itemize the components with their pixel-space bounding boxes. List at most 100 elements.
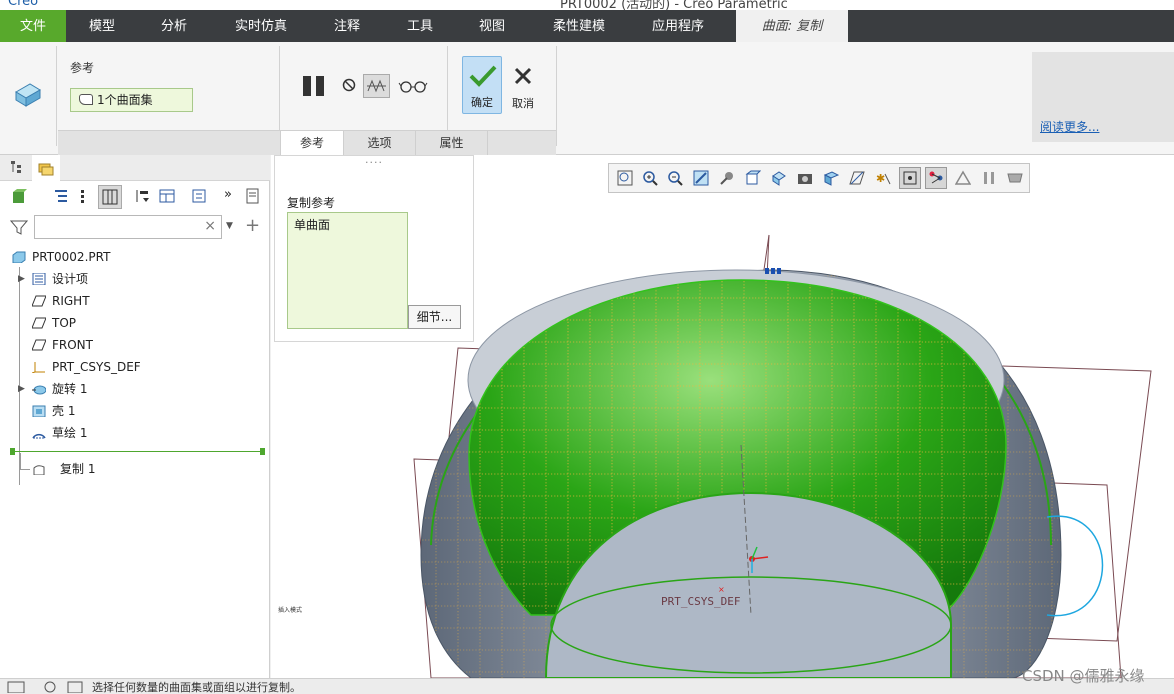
- app-name: Creo: [8, 0, 39, 9]
- tab-properties[interactable]: 属性: [416, 131, 488, 156]
- ribbon-tab-bar: 文件 模型 分析 实时仿真 注释 工具 视图 柔性建模 应用程序 曲面: 复制: [0, 10, 1174, 42]
- ok-label: 确定: [471, 96, 493, 109]
- dropdown-arrow-icon[interactable]: ▼: [226, 221, 233, 231]
- tab-model[interactable]: 模型: [70, 10, 134, 42]
- svg-text:✱: ✱: [876, 172, 885, 185]
- revolve-icon: [32, 385, 46, 395]
- tab-references[interactable]: 参考: [280, 131, 344, 156]
- status-bar: 选择任何数量的曲面集或面组以进行复制。: [0, 678, 1174, 694]
- status-icons[interactable]: [6, 681, 86, 693]
- reference-value: 1个曲面集: [97, 93, 153, 107]
- tree-item-sketch[interactable]: 草绘 1: [32, 424, 87, 442]
- cancel-button[interactable]: 取消: [506, 56, 540, 114]
- tab-file[interactable]: 文件: [0, 10, 66, 42]
- expand-arrow-icon[interactable]: ▶: [18, 270, 25, 288]
- no-preview-icon[interactable]: [342, 78, 356, 92]
- folder-layers-icon: [38, 163, 54, 176]
- sketch-icon: [32, 433, 46, 439]
- datum-plane-icon: [32, 339, 46, 351]
- tree-search-input[interactable]: ×: [34, 215, 222, 239]
- repaint-icon[interactable]: [693, 170, 709, 186]
- part-icon: [12, 251, 26, 263]
- drag-handle[interactable]: ····: [365, 156, 383, 169]
- tab-tools[interactable]: 工具: [390, 10, 450, 42]
- view-cube-icon[interactable]: [745, 170, 761, 186]
- zoom-out-icon[interactable]: [667, 170, 683, 186]
- annotation-display-icon[interactable]: ✱: [875, 170, 891, 186]
- tree-filter-icon[interactable]: [134, 187, 152, 205]
- columns-toggle[interactable]: [98, 185, 122, 209]
- copy-feature-icon: ✱: [33, 465, 45, 475]
- triangle-icon[interactable]: [955, 170, 971, 186]
- tree-item-design-items[interactable]: ▶ 设计项: [18, 270, 88, 288]
- tab-annotate[interactable]: 注释: [316, 10, 378, 42]
- tab-live-simulation[interactable]: 实时仿真: [222, 10, 300, 42]
- preview-toggle[interactable]: [363, 74, 390, 98]
- copy-references-collector[interactable]: 单曲面: [287, 212, 408, 329]
- ok-button[interactable]: 确定: [462, 56, 502, 114]
- pause-icon[interactable]: [302, 74, 326, 98]
- title-bar: Creo PRT0002 (活动的) - Creo Parametric: [0, 0, 1174, 10]
- list-icon: [32, 273, 46, 285]
- document-icon[interactable]: [244, 187, 262, 205]
- reference-collector[interactable]: 1个曲面集: [70, 88, 193, 112]
- tree-list-icon[interactable]: [52, 187, 70, 205]
- surface-icon: [79, 94, 93, 105]
- more-chevron-icon[interactable]: »: [224, 187, 232, 202]
- tab-surface-copy[interactable]: 曲面: 复制: [736, 10, 848, 42]
- tree-item-front[interactable]: FRONT: [32, 336, 93, 354]
- expand-arrow-icon[interactable]: ▶: [18, 380, 25, 398]
- pause-display-icon[interactable]: [981, 170, 997, 186]
- details-button[interactable]: 细节...: [408, 305, 461, 329]
- solid-icon[interactable]: [10, 187, 28, 205]
- read-more-link[interactable]: 阅读更多...: [1040, 118, 1099, 135]
- model-tree: » × ▼ + PRT0002.PRT ▶ 设计项 RIGHT TOP FRON…: [0, 155, 270, 678]
- show-icon[interactable]: [190, 187, 208, 205]
- glasses-icon[interactable]: [398, 78, 428, 94]
- window-title: PRT0002 (活动的) - Creo Parametric: [560, 0, 788, 10]
- help-area: 阅读更多...: [1032, 52, 1174, 142]
- tree-item-right[interactable]: RIGHT: [32, 292, 90, 310]
- shell-icon: [32, 405, 46, 417]
- spin-center-toggle[interactable]: [899, 167, 921, 189]
- mesh-preview-icon: [367, 79, 386, 93]
- tree-item-shell[interactable]: 壳 1: [32, 402, 75, 420]
- zoom-in-icon[interactable]: [642, 170, 658, 186]
- camera-icon[interactable]: [797, 170, 813, 186]
- spin-center-icon[interactable]: [719, 170, 735, 186]
- tree-item-part[interactable]: PRT0002.PRT: [12, 248, 110, 266]
- layer-tab[interactable]: [32, 155, 60, 181]
- single-surface-item[interactable]: 单曲面: [294, 218, 330, 232]
- tab-view[interactable]: 视图: [462, 10, 522, 42]
- filter-icon[interactable]: [10, 219, 28, 235]
- tree-item-revolve[interactable]: ▶ 旋转 1: [18, 380, 87, 398]
- clear-icon[interactable]: ×: [204, 218, 216, 234]
- status-message: 选择任何数量的曲面集或面组以进行复制。: [92, 681, 301, 694]
- tab-flexible-modeling[interactable]: 柔性建模: [538, 10, 620, 42]
- copy-references-label: 复制参考: [287, 196, 336, 210]
- tree-dots-icon[interactable]: [76, 187, 94, 205]
- tab-applications[interactable]: 应用程序: [636, 10, 720, 42]
- tab-options[interactable]: 选项: [344, 131, 416, 156]
- datum-plane-icon: [32, 295, 46, 307]
- saved-views-icon[interactable]: [771, 170, 787, 186]
- tree-item-copy[interactable]: ✱ 复制 1: [33, 460, 95, 478]
- csys-label: PRT_CSYS_DEF: [661, 595, 741, 608]
- datum-display-icon[interactable]: [849, 170, 865, 186]
- refit-icon[interactable]: [617, 170, 633, 186]
- display-style-icon[interactable]: [823, 170, 839, 186]
- tree-item-top[interactable]: TOP: [32, 314, 76, 332]
- copy-surface-icon: [15, 83, 41, 107]
- display-more-icon[interactable]: [1007, 170, 1023, 186]
- tree-toolbar: »: [0, 183, 270, 211]
- svg-text:×: ×: [718, 585, 725, 594]
- model-tree-tab-icon[interactable]: [10, 160, 24, 174]
- add-icon[interactable]: +: [245, 215, 260, 236]
- coordinate-system-icon: [32, 362, 45, 373]
- insert-here-line[interactable]: [12, 451, 264, 452]
- tree-item-csys[interactable]: PRT_CSYS_DEF: [32, 358, 141, 376]
- tree-settings-icon[interactable]: [158, 187, 176, 205]
- tab-analysis[interactable]: 分析: [142, 10, 206, 42]
- checkmark-icon: [469, 65, 497, 87]
- selection-toggle[interactable]: [925, 167, 947, 189]
